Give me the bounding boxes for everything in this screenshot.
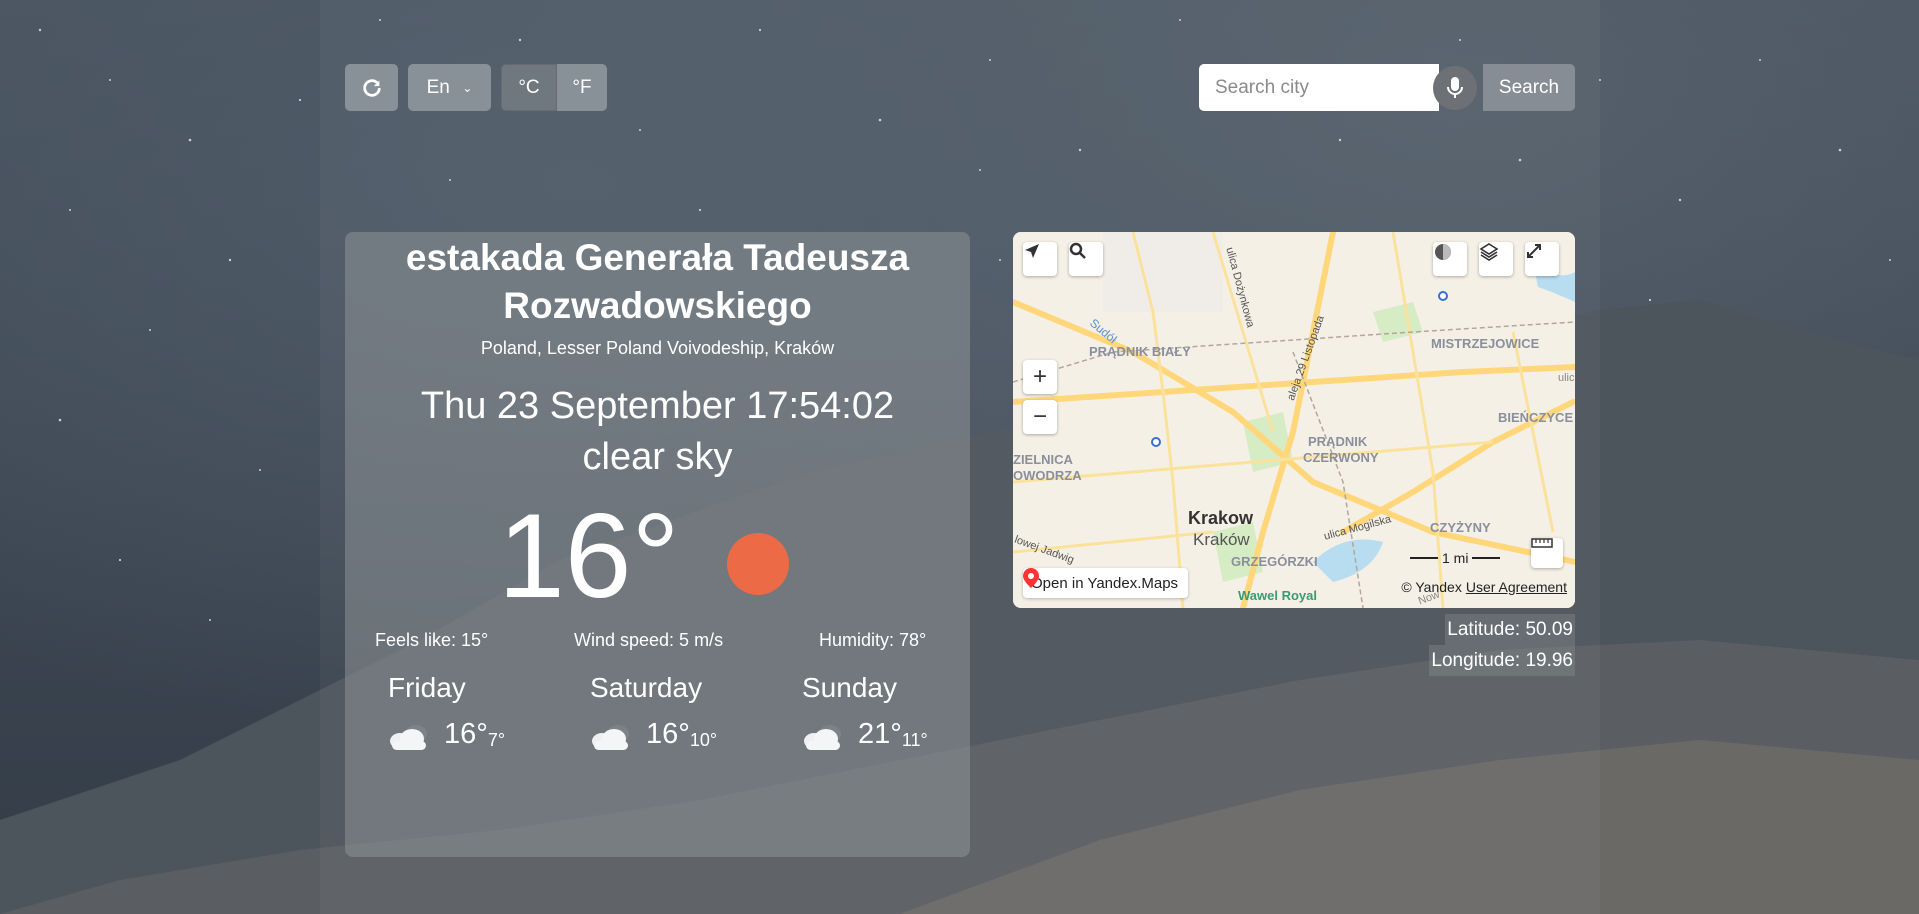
celsius-button[interactable]: °C [501,64,557,111]
traffic-icon [1435,244,1451,260]
feels-like: Feels like: 15° [375,630,489,650]
city-name: estakada Generała Tadeusza Rozwadowskieg… [405,237,910,326]
map-label: OWODRZA [1013,468,1082,483]
fullscreen-button[interactable] [1525,242,1559,276]
minus-icon: − [1032,403,1047,430]
plus-icon: + [1032,363,1047,390]
longitude: Longitude: 19.96 [1429,645,1575,676]
map-label: BIEŃCZYCE [1498,410,1574,425]
region-text: Poland, Lesser Poland Voivodeship, Krakó… [480,338,835,358]
date-time: Thu 23 September 17:54:02 [420,385,895,427]
zoom-in-button[interactable]: + [1023,360,1057,394]
search-icon [1069,242,1086,259]
celsius-label: °C [518,76,540,98]
cloud-icon [390,725,427,750]
zoom-out-button[interactable]: − [1023,400,1057,434]
sun-icon [727,533,789,595]
weather-description: clear sky [582,436,733,478]
forecast-day-name: Saturday [590,672,703,703]
chevron-down-icon: ⌄ [462,80,473,95]
ruler-icon [1531,538,1553,548]
microphone-icon [1447,77,1463,98]
refresh-button[interactable] [345,64,398,111]
map-search-button[interactable] [1069,242,1103,276]
forecast-high: 16° [444,718,488,750]
forecast-day-name: Sunday [802,672,897,703]
language-select[interactable]: En ⌄ [408,64,491,111]
refresh-icon [362,78,381,97]
map-label: CZERWONY [1303,450,1379,465]
humidity: Humidity: 78° [819,630,927,650]
open-in-yandex-maps-button[interactable]: Open in Yandex.Maps [1023,568,1189,598]
forecast-day-name: Friday [388,672,466,703]
language-value: En [426,76,450,98]
geolocation-button[interactable] [1023,242,1057,276]
map-label: ulic [1558,372,1575,384]
forecast-low: 10° [689,730,718,750]
search-bar: Search [1199,64,1575,111]
toolbar: En ⌄ °C °F [345,64,607,111]
current-temperature: 16° [498,489,680,623]
cloud-icon [592,725,629,750]
open-in-label: Open in Yandex.Maps [1031,574,1179,592]
forecast-high: 16° [646,718,690,750]
map-label: PRĄDNIK BIAŁY [1089,344,1191,359]
latitude: Latitude: 50.09 [1445,614,1575,645]
forecast-day: Sunday 21° 11° [802,672,928,751]
weather-stats: Feels like: 15° Wind speed: 5 m/s Humidi… [345,630,970,660]
map-label: GRZEGÓRZKI [1231,554,1318,569]
scale-bar [1472,557,1501,559]
map-label: ZIELNICA [1013,452,1073,467]
map-label: Kraków [1193,530,1250,549]
expand-icon [1527,244,1541,258]
forecast-high: 21° [858,718,902,750]
map-pin-icon [1023,568,1039,588]
layers-icon [1479,243,1499,261]
coordinates: Latitude: 50.09 Longitude: 19.96 [1429,614,1575,676]
scale-bar [1410,557,1438,559]
forecast: Friday 16° 7° Saturday 16° 10° Sunday 21° 1… [345,660,970,770]
wind-speed: Wind speed: 5 m/s [574,630,724,650]
search-input[interactable] [1199,64,1439,111]
map-label: MISTRZEJOWICE [1431,336,1540,351]
forecast-day: Friday 16° 7° [388,672,505,751]
scale-label: 1 mi [1442,550,1469,566]
map[interactable]: PRĄDNIK BIAŁY MISTRZEJOWICE BIEŃCZYCE PR… [1013,232,1575,608]
forecast-day: Saturday 16° 10° [590,672,717,751]
forecast-low: 7° [487,730,506,750]
ruler-button[interactable] [1531,538,1563,568]
map-scale: 1 mi [1410,550,1501,566]
navigation-arrow-icon [1025,244,1039,258]
fahrenheit-button[interactable]: °F [557,64,607,111]
map-label: CZYŻYNY [1430,520,1491,535]
map-label: PRĄDNIK [1308,434,1368,449]
user-agreement-link[interactable]: User Agreement [1466,579,1567,595]
search-button[interactable]: Search [1483,64,1575,111]
cloud-icon [804,725,841,750]
traffic-button[interactable] [1433,242,1467,276]
forecast-low: 11° [901,730,928,750]
current-temperature-row: 16° [345,489,970,624]
microphone-button[interactable] [1433,66,1477,110]
copyright-text: © Yandex [1401,579,1462,595]
map-label: Wawel Royal [1238,588,1317,603]
map-label: Krakow [1188,508,1254,528]
weather-card: estakada Generała Tadeusza Rozwadowskieg… [345,232,970,857]
layers-button[interactable] [1479,242,1513,276]
map-copyright: © Yandex User Agreement [1401,579,1567,595]
fahrenheit-label: °F [572,76,592,98]
